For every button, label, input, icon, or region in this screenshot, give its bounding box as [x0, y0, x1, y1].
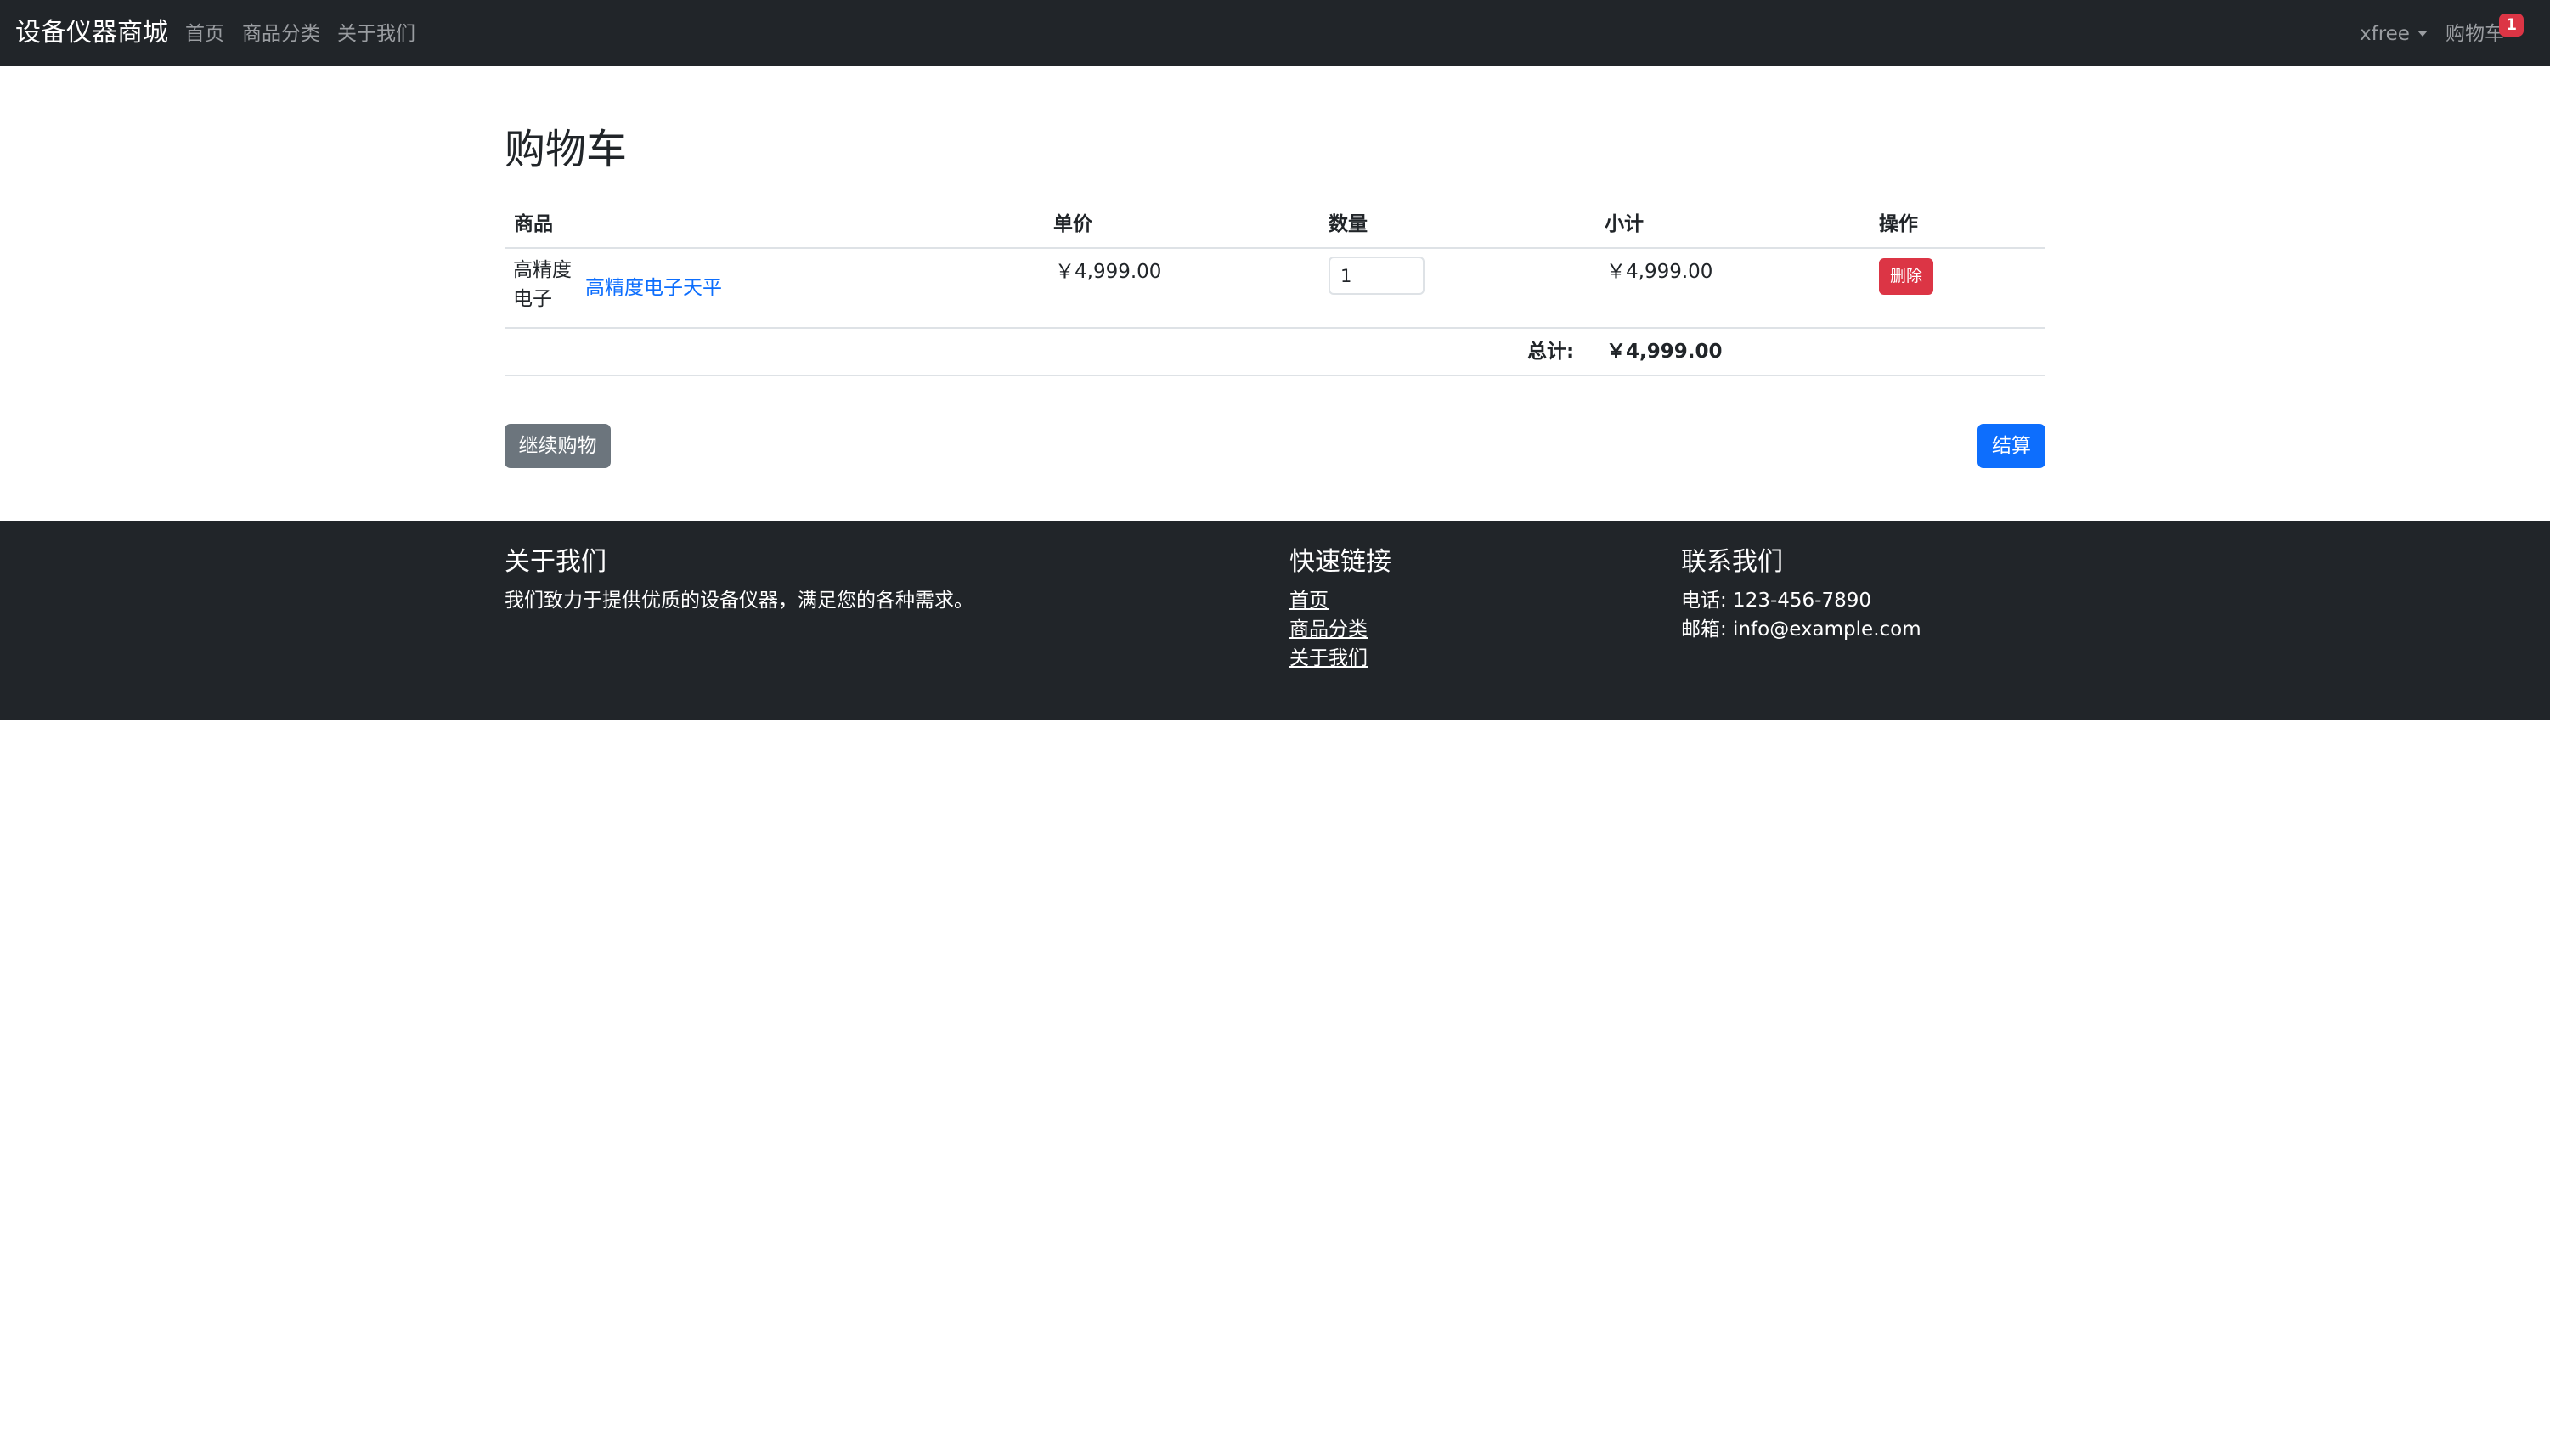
product-image: 高精度电子 — [513, 259, 572, 310]
page-title: 购物车 — [505, 126, 628, 173]
checkout-button[interactable]: 结算 — [1977, 424, 2045, 468]
total-value: ￥4,999.00 — [1606, 341, 1723, 363]
user-menu-toggle[interactable]: xfree — [2360, 20, 2410, 48]
chevron-down-icon — [2417, 31, 2428, 37]
delete-button[interactable]: 删除 — [1879, 258, 1933, 295]
continue-shopping-button[interactable]: 继续购物 — [505, 424, 611, 468]
product-name-link[interactable]: 高精度电子天平 — [585, 274, 722, 302]
column-header-actions: 操作 — [1879, 213, 1918, 235]
column-header-product: 商品 — [514, 213, 553, 235]
unit-price: ￥4,999.00 — [1055, 261, 1162, 283]
footer-about-text: 我们致力于提供优质的设备仪器，满足您的各种需求。 — [505, 590, 973, 612]
column-header-subtotal: 小计 — [1605, 213, 1644, 235]
footer-about-title: 关于我们 — [505, 547, 606, 577]
nav-link-home[interactable]: 首页 — [185, 20, 224, 48]
footer-contact-title: 联系我们 — [1681, 547, 1783, 577]
footer-email: 邮箱: info@example.com — [1681, 618, 1921, 641]
row-divider — [505, 327, 2045, 329]
footer-link-about[interactable]: 关于我们 — [1289, 645, 1368, 672]
footer-link-home[interactable]: 首页 — [1289, 587, 1329, 614]
header-divider — [505, 247, 2045, 249]
column-header-price: 单价 — [1053, 213, 1092, 235]
footer-phone: 电话: 123-456-7890 — [1681, 590, 1871, 612]
subtotal: ￥4,999.00 — [1606, 261, 1713, 283]
total-divider — [505, 375, 2045, 376]
top-navbar: 设备仪器商城 首页 商品分类 关于我们 xfree 购物车 1 — [0, 0, 2550, 66]
total-label: 总计: — [1527, 341, 1575, 363]
nav-cart-link[interactable]: 购物车 — [2446, 20, 2504, 48]
brand-logo[interactable]: 设备仪器商城 — [15, 15, 168, 51]
column-header-quantity: 数量 — [1329, 213, 1368, 235]
cart-count-badge: 1 — [2499, 14, 2524, 37]
footer-links-title: 快速链接 — [1289, 547, 1391, 577]
nav-link-categories[interactable]: 商品分类 — [242, 20, 320, 48]
quantity-input[interactable] — [1329, 257, 1425, 295]
nav-link-about[interactable]: 关于我们 — [337, 20, 415, 48]
footer-link-categories[interactable]: 商品分类 — [1289, 616, 1368, 643]
footer: 关于我们 我们致力于提供优质的设备仪器，满足您的各种需求。 快速链接 首页 商品… — [0, 521, 2550, 720]
